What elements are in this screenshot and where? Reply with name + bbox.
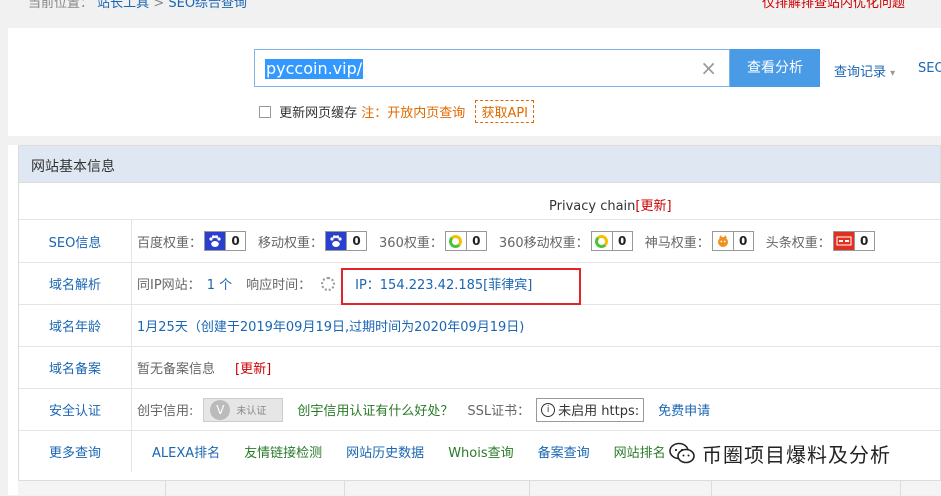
free-apply-link[interactable]: 免费申请 bbox=[658, 400, 710, 419]
toutiao-weight-value: 0 bbox=[853, 232, 874, 250]
site-info-header: 网站基本信息 bbox=[19, 146, 940, 183]
info-icon: i bbox=[541, 402, 556, 417]
toutiao-weight-badge[interactable]: 0 bbox=[832, 231, 875, 251]
360-weight-badge[interactable]: 0 bbox=[444, 231, 487, 251]
clear-icon[interactable]: × bbox=[700, 56, 717, 80]
history-label: 查询记录 bbox=[834, 65, 887, 80]
baidu-weight-label: 百度权重： bbox=[137, 235, 203, 251]
breadcrumb-seo-link[interactable]: SEO综合查询 bbox=[168, 0, 247, 11]
mobile-weight-value: 0 bbox=[346, 232, 366, 250]
mobile-weight-badge[interactable]: 0 bbox=[325, 231, 368, 251]
icp-update-link[interactable]: [更新] bbox=[235, 358, 271, 377]
response-time-label: 响应时间： bbox=[246, 278, 312, 293]
ip-highlight-box bbox=[341, 268, 581, 305]
friend-link-check-link[interactable]: 友情链接检测 bbox=[244, 442, 322, 461]
credit-benefits-link[interactable]: 创宇信用认证有什么好处？ bbox=[297, 400, 453, 419]
site-history-link[interactable]: 网站历史数据 bbox=[346, 442, 424, 461]
watermark-text: 币圈项目爆料及分析 bbox=[702, 442, 891, 467]
ssl-label: SSL证书： bbox=[467, 404, 531, 419]
site-title: Privacy chain bbox=[549, 199, 636, 214]
ssl-status-badge[interactable]: i 未启用 https: bbox=[536, 397, 645, 422]
domain-age-value: 1月25天（创建于2019年09月19日,过期时间为2020年09月19日) bbox=[137, 320, 525, 335]
baidu-weight-value: 0 bbox=[225, 232, 245, 250]
seo-more-link[interactable]: SEO bbox=[918, 61, 941, 76]
360-ring-icon bbox=[591, 232, 612, 250]
same-ip-count-link[interactable]: 1 个 bbox=[207, 274, 232, 293]
security-info: 创宇信用: V 未认证 创宇信用认证有什么好处？ SSL证书： i 未启用 ht… bbox=[137, 389, 710, 430]
watermark: 币圈项目爆料及分析 bbox=[668, 436, 928, 470]
icp-row: 域名备案 暂无备案信息 [更新] bbox=[19, 346, 940, 388]
loading-spinner-icon bbox=[321, 276, 336, 291]
top-notice-link[interactable]: 仅排解排查站内优化问题 bbox=[762, 0, 905, 11]
site-rank-link[interactable]: 网站排名 bbox=[614, 442, 666, 461]
security-row-label[interactable]: 安全认证 bbox=[19, 389, 132, 430]
site-info-title: 网站基本信息 bbox=[31, 159, 115, 175]
more-queries-label[interactable]: 更多查询 bbox=[19, 431, 132, 472]
baidu-weight-badge[interactable]: 0 bbox=[204, 231, 247, 251]
search-input[interactable]: pyccoin.vip/ × bbox=[254, 49, 730, 87]
dns-row-label[interactable]: 域名解析 bbox=[19, 263, 132, 304]
breadcrumb: 当前位置： 站长工具 > SEO综合查询 bbox=[28, 0, 247, 11]
360-weight-label: 360权重： bbox=[379, 235, 443, 251]
shenma-weight-value: 0 bbox=[732, 232, 753, 250]
toutiao-weight-label: 头条权重： bbox=[765, 235, 831, 251]
unverified-badge[interactable]: V 未认证 bbox=[203, 397, 284, 422]
icp-row-label[interactable]: 域名备案 bbox=[19, 347, 132, 388]
seo-weights: 百度权重： 0 移动权重： 0 360权重： 0 360移动权重： 0 神马权重… bbox=[137, 220, 875, 262]
toutiao-icon bbox=[833, 232, 854, 250]
bottom-table-edge bbox=[18, 480, 941, 496]
chevron-down-icon: ▾ bbox=[890, 68, 896, 79]
breadcrumb-separator: > bbox=[153, 0, 165, 11]
360-ring-icon bbox=[445, 232, 466, 250]
shenma-weight-label: 神马权重： bbox=[644, 235, 710, 251]
whois-link[interactable]: Whois查询 bbox=[448, 442, 513, 461]
seo-row: SEO信息 百度权重： 0 移动权重： 0 360权重： 0 360移动权重： … bbox=[19, 219, 940, 262]
breadcrumb-location-label: 当前位置： bbox=[28, 0, 94, 11]
shenma-icon bbox=[712, 232, 733, 250]
top-bar: 当前位置： 站长工具 > SEO综合查询 仅排解排查站内优化问题 bbox=[0, 0, 941, 14]
analyze-button[interactable]: 查看分析 bbox=[730, 49, 820, 87]
baidu-paw-icon bbox=[205, 232, 226, 250]
more-queries-links: ALEXA排名 友情链接检测 网站历史数据 Whois查询 备案查询 网站排名 bbox=[152, 431, 690, 472]
same-ip-label: 同IP网站： bbox=[137, 278, 201, 293]
wechat-icon bbox=[668, 442, 696, 464]
mobile-weight-label: 移动权重： bbox=[258, 235, 324, 251]
360-mobile-weight-badge[interactable]: 0 bbox=[590, 231, 633, 251]
ssl-status-text: 未启用 https: bbox=[558, 404, 640, 419]
unverified-badge-text: 未认证 bbox=[236, 406, 267, 417]
icp-status: 暂无备案信息 bbox=[137, 362, 216, 377]
credit-label: 创宇信用: bbox=[137, 404, 194, 419]
options-row: 更新网页缓存 注：开放内页查询 获取API bbox=[259, 100, 535, 123]
security-row: 安全认证 创宇信用: V 未认证 创宇信用认证有什么好处？ SSL证书： i 未… bbox=[19, 388, 940, 430]
alexa-rank-link[interactable]: ALEXA排名 bbox=[152, 442, 220, 461]
shenma-weight-badge[interactable]: 0 bbox=[711, 231, 754, 251]
seo-row-label[interactable]: SEO信息 bbox=[19, 220, 132, 262]
360-weight-value: 0 bbox=[465, 232, 486, 250]
360-mobile-weight-value: 0 bbox=[611, 232, 632, 250]
site-title-line: Privacy chain[更新] bbox=[549, 195, 672, 214]
get-api-button[interactable]: 获取API bbox=[475, 100, 535, 123]
history-dropdown[interactable]: 查询记录 ▾ bbox=[834, 61, 895, 80]
baidu-paw-icon bbox=[326, 232, 347, 250]
icp-query-link[interactable]: 备案查询 bbox=[538, 442, 590, 461]
verified-v-icon: V bbox=[210, 399, 231, 420]
refresh-cache-label[interactable]: 更新网页缓存 bbox=[279, 106, 357, 121]
refresh-cache-checkbox[interactable] bbox=[259, 106, 271, 118]
site-title-update-link[interactable]: [更新] bbox=[635, 199, 671, 214]
inner-page-note: 注：开放内页查询 bbox=[361, 106, 466, 121]
breadcrumb-tools-link[interactable]: 站长工具 bbox=[97, 0, 149, 11]
domain-age-row: 域名年龄 1月25天（创建于2019年09月19日,过期时间为2020年09月1… bbox=[19, 304, 940, 346]
icp-info: 暂无备案信息 [更新] bbox=[137, 347, 271, 388]
section-divider bbox=[8, 136, 941, 145]
domain-age-label[interactable]: 域名年龄 bbox=[19, 305, 132, 346]
search-input-value: pyccoin.vip/ bbox=[265, 59, 364, 79]
360-mobile-weight-label: 360移动权重： bbox=[498, 235, 589, 251]
